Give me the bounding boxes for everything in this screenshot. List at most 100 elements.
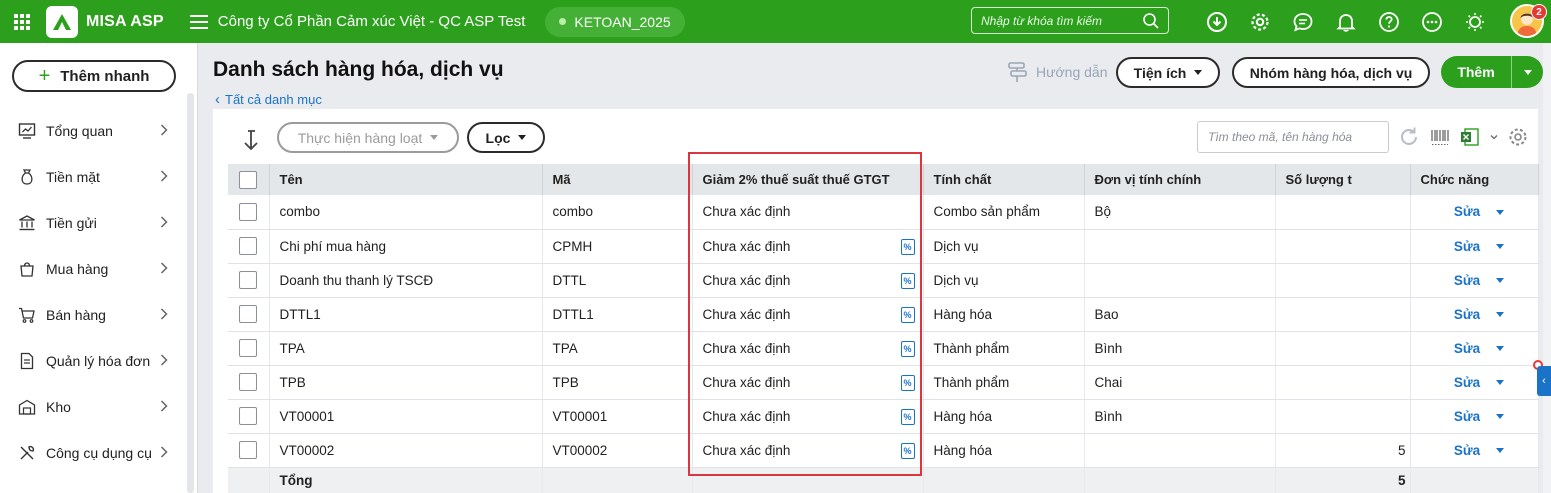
sidebar-item-overview[interactable]: Tổng quan [0,108,186,154]
caret-down-icon[interactable] [1496,278,1505,284]
sidebar-item-deposit[interactable]: Tiền gửi [0,200,186,246]
row-checkbox[interactable] [239,373,258,391]
user-avatar[interactable]: 2 [1510,4,1547,38]
sidebar-item-warehouse[interactable]: Kho [0,384,186,430]
invoice-icon [17,351,37,371]
row-select-cell [228,297,270,332]
settings-gear-icon[interactable] [1246,8,1274,36]
caret-down-icon[interactable] [1496,346,1505,352]
edit-link[interactable]: Sửa [1454,204,1480,219]
help-icon[interactable] [1375,8,1403,36]
select-all-checkbox[interactable] [239,170,258,189]
sidebar-menu: Tổng quan Tiền mặt Tiền gửi Mua hàng Bán… [0,108,186,476]
sidebar-item-invoice[interactable]: Quản lý hóa đơn [0,338,186,384]
edit-link[interactable]: Sửa [1454,307,1480,322]
quick-add-button[interactable]: + Thêm nhanh [12,60,176,92]
side-panel-toggle[interactable]: ‹ [1537,366,1551,396]
total-empty-cell [542,467,693,493]
column-header-nature[interactable]: Tính chất [923,164,1085,195]
table-row[interactable]: TPA TPA Chưa xác định% Thành phẩm Bình S… [228,331,1539,366]
edit-link[interactable]: Sửa [1454,409,1480,424]
percent-tag-icon[interactable]: % [900,408,915,425]
sidebar-item-cash[interactable]: Tiền mặt [0,154,186,200]
row-checkbox[interactable] [239,305,258,323]
column-header-quantity[interactable]: Số lượng t [1275,164,1411,195]
cell-nature: Dịch vụ [923,263,1085,298]
edit-link[interactable]: Sửa [1454,341,1480,356]
column-header-unit[interactable]: Đơn vị tính chính [1084,164,1276,195]
table-row[interactable]: Chi phí mua hàng CPMH Chưa xác định% Dịc… [228,229,1539,264]
table-row[interactable]: Doanh thu thanh lý TSCĐ DTTL Chưa xác đị… [228,263,1539,298]
table-row[interactable]: combo combo Chưa xác định Combo sản phẩm… [228,195,1539,230]
sort-arrow-icon[interactable] [241,128,261,152]
percent-tag-icon[interactable]: % [900,442,915,459]
chat-icon[interactable] [1289,8,1317,36]
announcement-icon[interactable] [1461,8,1489,36]
vat-status: Chưa xác định [702,306,791,322]
item-group-button[interactable]: Nhóm hàng hóa, dịch vụ [1232,57,1430,88]
company-name[interactable]: Công ty Cổ Phần Cảm xúc Việt - QC ASP Te… [218,13,526,30]
signpost-icon [1008,62,1027,82]
caret-down-icon[interactable] [1496,448,1505,454]
caret-down-icon[interactable] [1496,380,1505,386]
row-checkbox[interactable] [239,407,258,425]
column-header-name[interactable]: Tên [269,164,543,195]
caret-down-icon[interactable] [1496,414,1505,420]
more-options-icon[interactable] [1418,8,1446,36]
bell-icon[interactable] [1332,8,1360,36]
row-checkbox[interactable] [239,271,258,289]
back-to-all-categories-link[interactable]: ‹ Tất cả danh mục [215,91,322,108]
settings-gear-icon[interactable] [1507,126,1529,148]
table-row[interactable]: DTTL1 DTTL1 Chưa xác định% Hàng hóa Bao … [228,297,1539,332]
apps-grid-icon[interactable] [0,0,44,43]
caret-down-icon[interactable] [1496,210,1505,216]
percent-tag-icon[interactable]: % [900,272,915,289]
filter-dropdown-button[interactable]: Lọc [467,122,545,153]
global-search-input[interactable]: Nhập từ khóa tìm kiếm [971,7,1169,34]
utilities-dropdown-button[interactable]: Tiện ích [1116,57,1220,88]
menu-toggle-icon[interactable] [189,14,208,29]
sidebar-item-tools[interactable]: Công cụ dụng cụ [0,430,186,476]
cell-code: VT00001 [542,399,693,434]
item-search-input[interactable]: Tìm theo mã, tên hàng hóa [1197,121,1389,153]
sidebar-scrollbar[interactable] [187,93,194,493]
refresh-icon[interactable] [1397,125,1421,149]
add-dropdown-toggle[interactable] [1512,69,1543,75]
row-checkbox[interactable] [239,339,258,357]
edit-link[interactable]: Sửa [1454,375,1480,390]
notification-badge: 2 [1531,4,1547,20]
column-header-vat-reduction[interactable]: Giảm 2% thuế suất thuế GTGT [692,164,924,195]
cell-unit [1084,433,1276,468]
caret-down-icon[interactable] [1496,312,1505,318]
percent-tag-icon[interactable]: % [900,374,915,391]
sidebar-item-sales[interactable]: Bán hàng [0,292,186,338]
add-button[interactable]: Thêm [1441,56,1543,88]
edit-link[interactable]: Sửa [1454,239,1480,254]
batch-actions-dropdown[interactable]: Thực hiện hàng loạt [277,122,459,153]
table-row[interactable]: VT00001 VT00001 Chưa xác định% Hàng hóa … [228,399,1539,434]
download-icon[interactable] [1203,8,1231,36]
edit-link[interactable]: Sửa [1454,443,1480,458]
percent-tag-icon[interactable]: % [900,238,915,255]
edit-link[interactable]: Sửa [1454,273,1480,288]
guide-link[interactable]: Hướng dẫn [1006,60,1107,84]
table-row[interactable]: TPB TPB Chưa xác định% Thành phẩm Chai S… [228,365,1539,400]
table-row[interactable]: VT00002 VT00002 Chưa xác định% Hàng hóa … [228,433,1539,468]
excel-export-icon[interactable] [1459,126,1481,148]
chevron-down-icon[interactable] [1489,132,1499,142]
sidebar-item-purchase[interactable]: Mua hàng [0,246,186,292]
page-scrollbar[interactable] [1543,43,1551,493]
row-checkbox[interactable] [239,441,258,459]
percent-tag-icon[interactable]: % [900,340,915,357]
percent-tag-icon[interactable]: % [900,306,915,323]
row-checkbox[interactable] [239,237,258,255]
row-checkbox[interactable] [239,202,258,221]
utilities-label: Tiện ích [1133,64,1187,81]
caret-down-icon[interactable] [1496,244,1505,250]
barcode-icon[interactable] [1429,126,1451,148]
search-icon[interactable] [1142,12,1160,30]
database-badge[interactable]: KETOAN_2025 [545,6,685,37]
cell-nature: Dịch vụ [923,229,1085,264]
quick-add-label: Thêm nhanh [60,67,150,85]
column-header-code[interactable]: Mã [542,164,693,195]
